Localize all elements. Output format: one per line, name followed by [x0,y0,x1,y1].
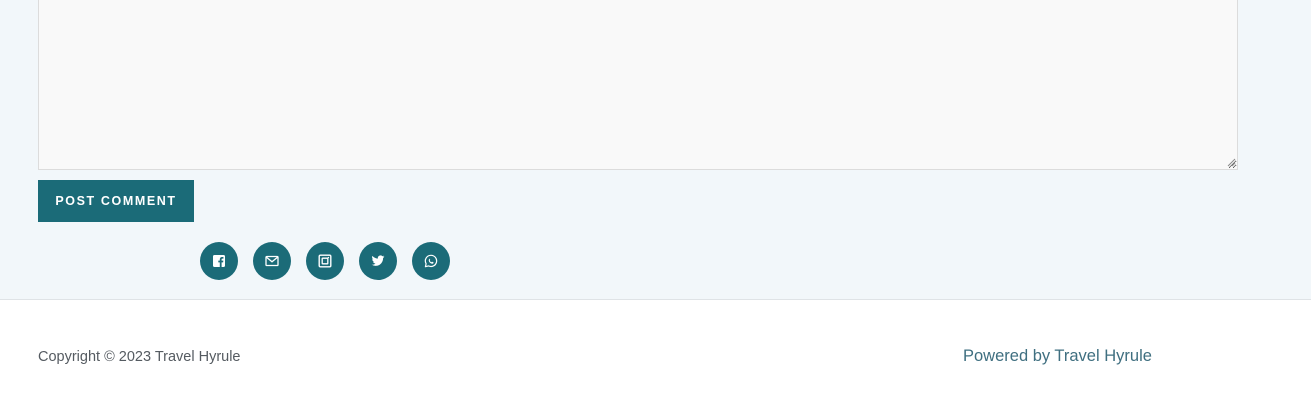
powered-by-link[interactable]: Travel Hyrule [1054,347,1152,365]
twitter-icon [371,255,385,266]
facebook-share-button[interactable] [200,242,238,280]
comment-section: POST COMMENT [0,0,1311,300]
email-icon [265,255,279,267]
instagram-share-button[interactable] [306,242,344,280]
whatsapp-share-button[interactable] [412,242,450,280]
comment-textarea[interactable] [38,0,1238,170]
powered-by-text: Powered by Travel Hyrule [963,347,1152,366]
copyright-text: Copyright © 2023 Travel Hyrule [38,349,241,365]
email-share-button[interactable] [253,242,291,280]
whatsapp-icon [424,254,438,268]
post-comment-button[interactable]: POST COMMENT [38,180,194,222]
social-share-bar [200,242,450,280]
powered-by-label: Powered by [963,347,1055,365]
twitter-share-button[interactable] [359,242,397,280]
facebook-icon [213,255,225,267]
site-footer: Copyright © 2023 Travel Hyrule Powered b… [0,301,1311,411]
instagram-icon [318,254,332,268]
